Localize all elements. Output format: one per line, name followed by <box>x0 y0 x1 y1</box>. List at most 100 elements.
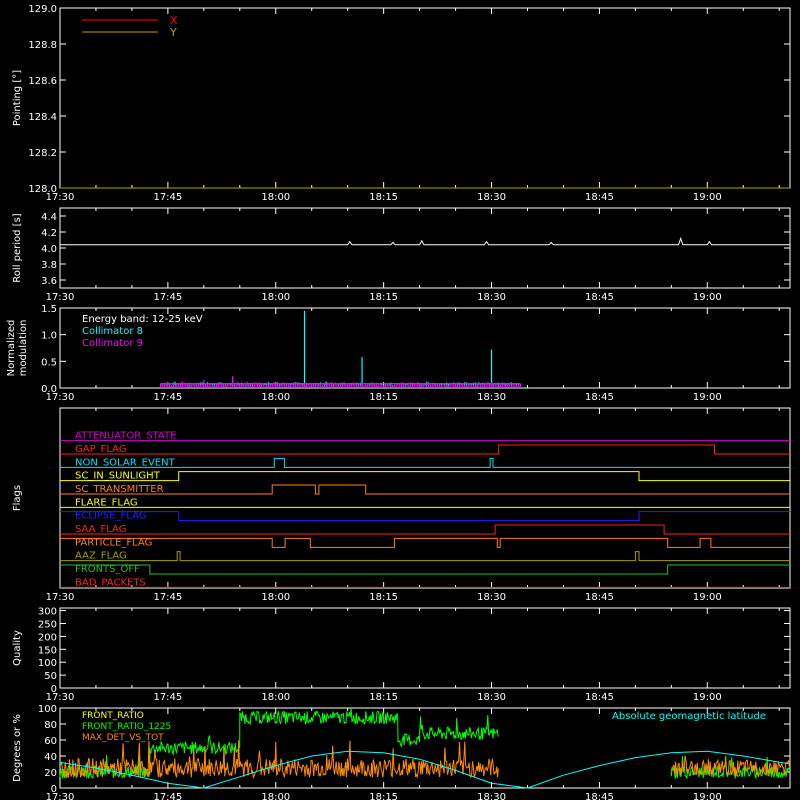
x-tick-label: 17:30 <box>46 592 75 603</box>
series-line-roll <box>60 236 790 246</box>
y-tick-label: 4.4 <box>41 212 57 223</box>
x-tick-label: 18:30 <box>477 392 506 403</box>
y-tick-label: 50 <box>44 671 57 682</box>
x-tick-label: 17:45 <box>153 592 182 603</box>
x-tick-label: 18:15 <box>369 592 398 603</box>
x-tick-label: 19:00 <box>693 592 722 603</box>
energy-band-annotation: Energy band: 12-25 keV <box>82 314 203 325</box>
flag-label: PARTICLE_FLAG <box>75 537 152 548</box>
y-tick-label: 250 <box>38 619 57 630</box>
y-axis-label: Quality <box>12 630 23 666</box>
y-tick-label: 1.0 <box>41 331 57 342</box>
flag-line-saa_flag <box>60 524 790 535</box>
y-tick-label: 3.8 <box>41 260 57 271</box>
y-tick-label: 40 <box>44 752 57 763</box>
x-tick-label: 18:45 <box>585 792 614 800</box>
x-tick-label: 18:30 <box>477 692 506 703</box>
y-axis-label: Flags <box>12 485 23 511</box>
legend-label: FRONT_RATIO <box>82 711 144 721</box>
x-tick-label: 18:00 <box>261 392 290 403</box>
y-tick-label: 128.0 <box>28 184 57 195</box>
x-tick-label: 19:00 <box>693 192 722 203</box>
x-tick-label: 17:45 <box>153 692 182 703</box>
flag-label: SAA_FLAG <box>75 524 126 535</box>
legend-label: FRONT_RATIO_1225 <box>82 722 171 732</box>
legend-label: Collimator 9 <box>82 338 143 349</box>
legend-label: Y <box>169 26 177 39</box>
flag-line-fronts_off <box>60 564 790 575</box>
x-tick-label: 18:45 <box>585 192 614 203</box>
x-tick-label: 18:30 <box>477 792 506 800</box>
flag-line-sc_in_sunlight <box>60 471 790 482</box>
y-tick-label: 200 <box>38 632 57 643</box>
x-tick-label: 19:00 <box>693 692 722 703</box>
x-tick-label: 17:45 <box>153 292 182 303</box>
y-tick-label: 0 <box>51 784 57 795</box>
y-tick-label: 4.2 <box>41 228 57 239</box>
x-tick-label: 18:15 <box>369 192 398 203</box>
y-tick-label: 100 <box>38 658 57 669</box>
y-tick-label: 4.0 <box>41 244 57 255</box>
x-tick-label: 18:00 <box>261 692 290 703</box>
y-axis-label: Roll period [s] <box>12 213 23 282</box>
flag-line-gap_flag <box>60 444 790 455</box>
y-tick-label: 128.2 <box>28 148 57 159</box>
x-tick-label: 17:45 <box>153 192 182 203</box>
x-tick-label: 18:15 <box>369 292 398 303</box>
y-axis-label: Pointing [°] <box>12 70 23 126</box>
x-tick-label: 18:45 <box>585 392 614 403</box>
flag-label: ATTENUATOR_STATE <box>75 431 176 442</box>
x-tick-label: 18:00 <box>261 292 290 303</box>
panel-frame-quality <box>59 607 791 689</box>
y-tick-label: 0.0 <box>41 384 57 395</box>
x-tick-label: 18:15 <box>369 792 398 800</box>
flag-label: SC_TRANSMITTER <box>75 484 164 495</box>
y-tick-label: 100 <box>38 704 57 715</box>
x-tick-label: 18:30 <box>477 192 506 203</box>
x-tick-label: 18:45 <box>585 692 614 703</box>
flag-label: FRONTS_OFF <box>75 564 140 575</box>
flag-label: NON_SOLAR_EVENT <box>75 457 176 468</box>
stix-quicklook-figure: 17:30 17:45 18:00 18:15 18:30 18:45 19:00 128.0… <box>6 4 791 800</box>
flag-label: ECLIPSE_FLAG <box>75 511 146 522</box>
x-tick-label: 17:45 <box>153 392 182 403</box>
y-tick-label: 150 <box>38 645 57 656</box>
x-tick-label: 17:45 <box>153 792 182 800</box>
x-tick-label: 19:00 <box>693 392 722 403</box>
x-tick-label: 18:30 <box>477 292 506 303</box>
flag-line-aaz_flag <box>60 551 790 562</box>
y-tick-label: 60 <box>44 736 57 747</box>
y-tick-label: 0 <box>51 684 57 695</box>
x-tick-label: 18:00 <box>261 592 290 603</box>
y-tick-label: 80 <box>44 720 57 731</box>
legend-label-right: Absolute geomagnetic latitude <box>612 711 766 722</box>
y-tick-label: 1.5 <box>41 304 57 315</box>
y-tick-label: 0.5 <box>41 357 57 368</box>
x-tick-label: 18:30 <box>477 592 506 603</box>
y-axis-label: Normalizedmodulation <box>6 320 29 377</box>
panel-frame-roll <box>59 207 791 289</box>
flag-line-sc_transmitter <box>60 484 790 495</box>
y-tick-label: 300 <box>38 607 57 618</box>
flag-label: BAD_PACKETS <box>75 577 146 588</box>
x-tick-label: 18:15 <box>369 692 398 703</box>
x-tick-label: 18:00 <box>261 792 290 800</box>
legend-label: Collimator 8 <box>82 326 143 337</box>
series-line-max-det-vs-tot <box>59 740 499 779</box>
flag-label: GAP_FLAG <box>75 444 127 455</box>
flag-label: SC_IN_SUNLIGHT <box>75 471 161 482</box>
x-tick-label: 18:45 <box>585 292 614 303</box>
flag-line-eclipse_flag <box>60 511 790 522</box>
flag-line-particle_flag <box>60 537 790 548</box>
x-tick-label: 17:30 <box>46 292 75 303</box>
flag-label: FLARE_FLAG <box>75 497 138 508</box>
x-tick-label: 19:00 <box>693 292 722 303</box>
y-tick-label: 20 <box>44 768 57 779</box>
x-tick-label: 18:15 <box>369 392 398 403</box>
y-tick-label: 3.6 <box>41 276 57 287</box>
y-tick-label: 128.8 <box>28 40 57 51</box>
legend-label: MAX_DET_VS_TOT <box>82 733 164 743</box>
y-tick-label: 128.6 <box>28 76 57 87</box>
x-tick-label: 19:00 <box>693 792 722 800</box>
y-tick-label: 128.4 <box>28 112 57 123</box>
